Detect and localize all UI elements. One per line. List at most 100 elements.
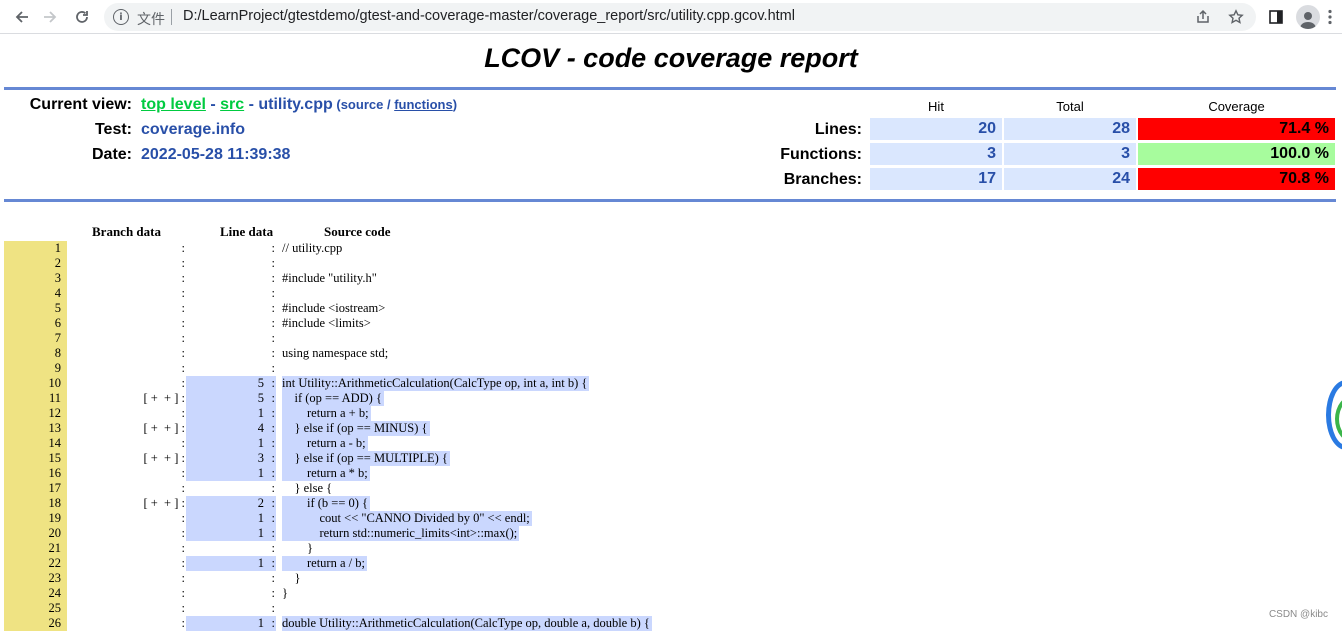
line-data-separator: :	[271, 331, 275, 345]
source-line-row: 2 ::	[0, 256, 1342, 271]
browser-menu-button[interactable]	[1320, 4, 1340, 30]
line-number-anchor[interactable]: 25	[4, 601, 67, 616]
line-data-cell: 1:	[186, 526, 276, 541]
line-number-anchor[interactable]: 20	[4, 526, 67, 541]
line-data-separator: :	[271, 301, 275, 315]
source-code-text: } else if (op == MULTIPLE) {	[282, 451, 450, 466]
total-column-header: Total	[1056, 99, 1084, 114]
line-number-anchor[interactable]: 15	[4, 451, 67, 466]
back-button[interactable]	[8, 3, 36, 31]
line-data-separator: :	[271, 391, 275, 405]
line-data-cell: 1:	[186, 466, 276, 481]
url-text[interactable]: D:/LearnProject/gtestdemo/gtest-and-cove…	[183, 8, 795, 24]
line-data-cell: :	[186, 301, 276, 316]
line-number-anchor[interactable]: 21	[4, 541, 67, 556]
source-code-text: return a * b;	[282, 466, 370, 481]
view-paren-open: (	[332, 97, 341, 112]
functions-link[interactable]: functions	[394, 97, 453, 112]
arrow-left-icon	[15, 11, 28, 23]
line-number-anchor[interactable]: 1	[4, 241, 67, 256]
source-code-text: if (op == ADD) {	[282, 391, 384, 406]
line-data-cell: :	[186, 316, 276, 331]
line-number-anchor[interactable]: 9	[4, 361, 67, 376]
line-data-cell: 3:	[186, 451, 276, 466]
source-code-text: #include <iostream>	[282, 301, 386, 315]
source-code-text: return a / b;	[282, 556, 367, 571]
line-number-anchor[interactable]: 11	[4, 391, 67, 406]
branch-separator: :	[178, 616, 185, 630]
bookmark-button[interactable]	[1225, 6, 1247, 28]
source-line-row: 20 :1: return std::numeric_limits<int>::…	[0, 526, 1342, 541]
line-number-anchor[interactable]: 8	[4, 346, 67, 361]
line-number-anchor[interactable]: 4	[4, 286, 67, 301]
hit-count: 5	[257, 376, 264, 390]
breadcrumb-top-level-link[interactable]: top level	[141, 96, 206, 113]
source-line-row: 13[ + + ] :4: } else if (op == MINUS) {	[0, 421, 1342, 436]
branch-separator: :	[178, 466, 185, 480]
line-number-anchor[interactable]: 12	[4, 406, 67, 421]
source-code-text: if (b == 0) {	[282, 496, 371, 511]
line-number-anchor[interactable]: 23	[4, 571, 67, 586]
branch-data-cell: [ + + ] :	[67, 496, 185, 511]
source-code-text: return a + b;	[282, 406, 371, 421]
branch-separator: :	[178, 586, 185, 600]
line-data-cell: :	[186, 571, 276, 586]
line-data-cell: :	[186, 601, 276, 616]
line-number-anchor[interactable]: 16	[4, 466, 67, 481]
source-line-row: 23 :: }	[0, 571, 1342, 586]
branch-separator: :	[178, 541, 185, 555]
line-data-cell: 4:	[186, 421, 276, 436]
branch-separator: :	[178, 511, 185, 525]
line-data-cell: 1:	[186, 556, 276, 571]
line-number-anchor[interactable]: 22	[4, 556, 67, 571]
reload-button[interactable]	[68, 3, 96, 31]
view-paren-close: )	[452, 97, 458, 112]
line-number-anchor[interactable]: 7	[4, 331, 67, 346]
line-data-separator: :	[271, 451, 275, 465]
line-number-anchor[interactable]: 3	[4, 271, 67, 286]
hit-count: 1	[257, 556, 264, 570]
line-data-cell: :	[186, 331, 276, 346]
line-data-cell: :	[186, 346, 276, 361]
line-number-anchor[interactable]: 6	[4, 316, 67, 331]
source-code-text: } else if (op == MINUS) {	[282, 421, 430, 436]
person-icon	[1300, 12, 1316, 29]
branch-data-cell: :	[67, 556, 185, 571]
line-number-anchor[interactable]: 5	[4, 301, 67, 316]
source-line-row: 8 :: using namespace std;	[0, 346, 1342, 361]
line-number-anchor[interactable]: 24	[4, 586, 67, 601]
line-number-anchor[interactable]: 17	[4, 481, 67, 496]
branch-indicator: [ + + ]	[143, 451, 179, 465]
source-code-text: }	[282, 541, 313, 555]
line-number-anchor[interactable]: 13	[4, 421, 67, 436]
hit-count: 4	[257, 421, 264, 435]
line-data-cell: 5:	[186, 376, 276, 391]
line-number-anchor[interactable]: 2	[4, 256, 67, 271]
line-number-anchor[interactable]: 19	[4, 511, 67, 526]
address-bar[interactable]: i 文件 D:/LearnProject/gtestdemo/gtest-and…	[104, 3, 1256, 31]
source-code-text: // utility.cpp	[282, 241, 343, 255]
line-data-cell: 1:	[186, 436, 276, 451]
branches-hit: 17	[870, 168, 1002, 190]
watermark: CSDN @kibc	[1268, 609, 1328, 620]
branch-data-cell: :	[67, 541, 185, 556]
breadcrumb-src-link[interactable]: src	[220, 96, 244, 113]
info-icon[interactable]: i	[113, 9, 129, 25]
profile-avatar[interactable]	[1296, 5, 1320, 29]
line-number-anchor[interactable]: 10	[4, 376, 67, 391]
forward-button[interactable]	[36, 3, 64, 31]
more-vert-icon	[1328, 9, 1332, 25]
line-data-separator: :	[271, 256, 275, 270]
line-number-anchor[interactable]: 14	[4, 436, 67, 451]
branch-separator: :	[178, 241, 185, 255]
source-code-text: using namespace std;	[282, 346, 389, 360]
line-data-separator: :	[271, 421, 275, 435]
current-view-label: Current view:	[29, 96, 132, 113]
line-data-separator: :	[271, 316, 275, 330]
share-button[interactable]	[1192, 6, 1214, 28]
side-panel-button[interactable]	[1263, 4, 1289, 30]
branch-data-cell: :	[67, 406, 185, 421]
line-number-anchor[interactable]: 18	[4, 496, 67, 511]
branch-data-cell: [ + + ] :	[67, 451, 185, 466]
browser-toolbar: i 文件 D:/LearnProject/gtestdemo/gtest-and…	[0, 0, 1342, 34]
